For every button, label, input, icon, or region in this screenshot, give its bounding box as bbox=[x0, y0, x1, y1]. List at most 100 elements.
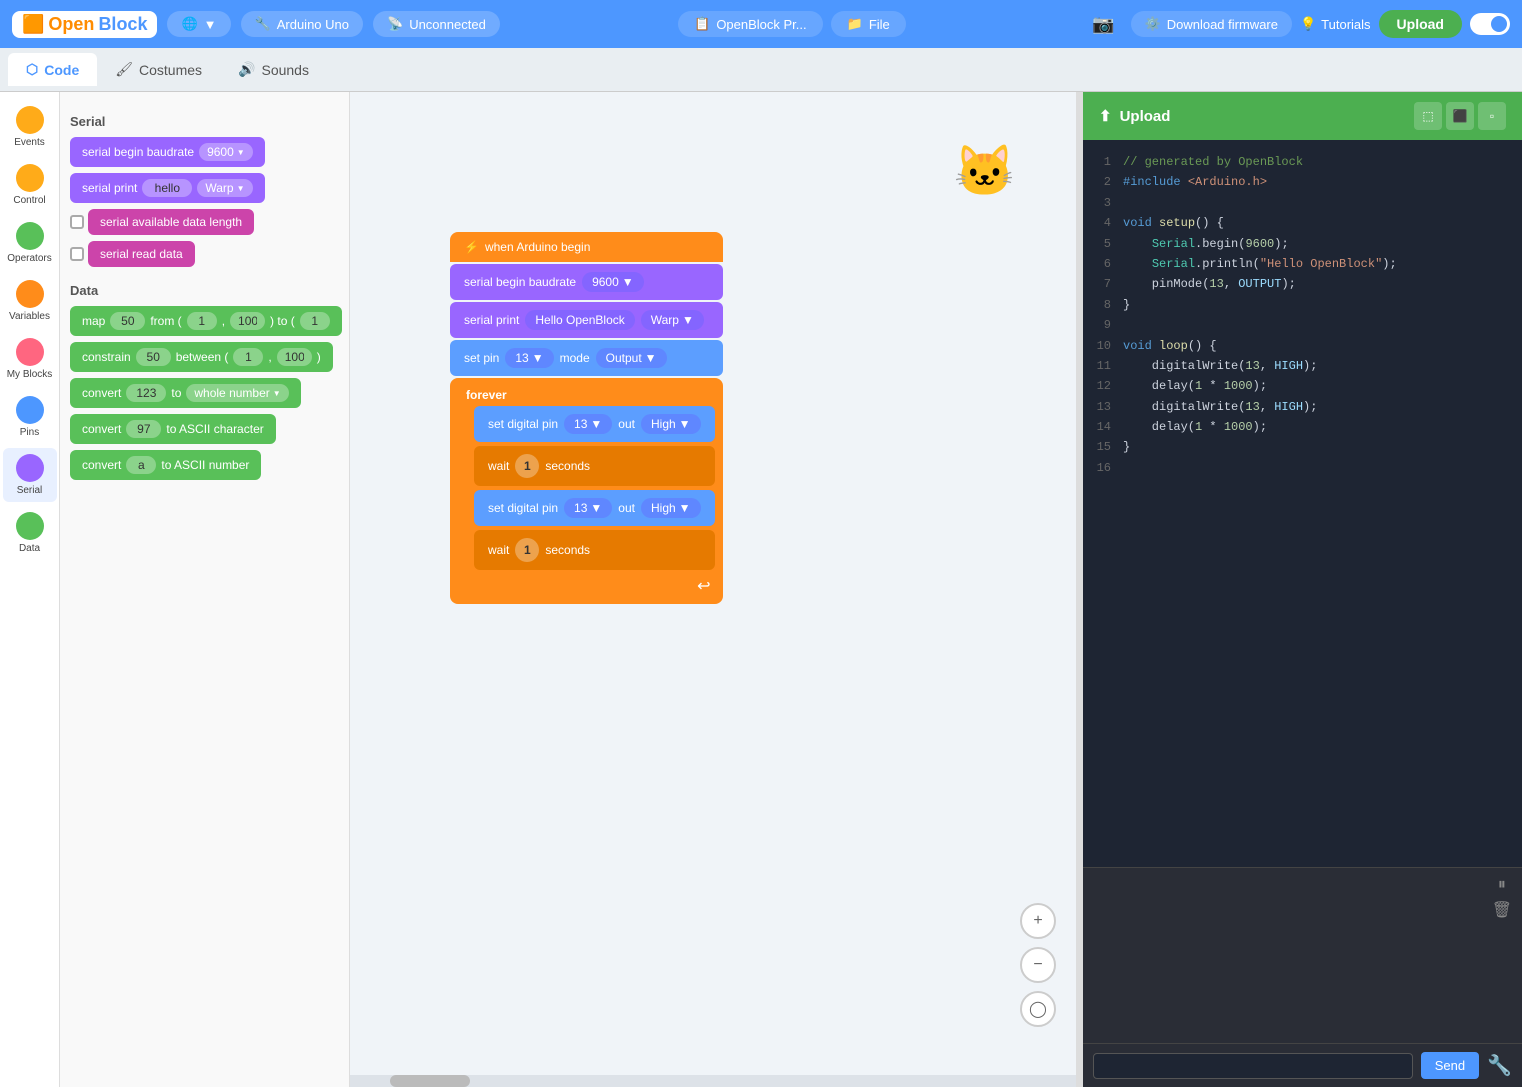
code-line-13: 13 digitalWrite(13, HIGH); bbox=[1091, 397, 1514, 417]
trash-button[interactable]: 🗑 bbox=[1492, 900, 1512, 920]
convert-ascii-num-value[interactable] bbox=[126, 456, 156, 474]
tutorials-button[interactable]: 💡 Tutorials bbox=[1300, 16, 1371, 32]
sidebar-item-events[interactable]: Events bbox=[3, 100, 57, 154]
variables-label: Variables bbox=[9, 311, 50, 322]
project-button[interactable]: 📋 OpenBlock Pr... bbox=[678, 11, 823, 37]
map-from2[interactable] bbox=[230, 312, 265, 330]
tab-code[interactable]: ⬡ Code bbox=[8, 53, 97, 86]
horizontal-scrollbar[interactable] bbox=[350, 1075, 1076, 1087]
sidebar-item-serial[interactable]: Serial bbox=[3, 448, 57, 502]
right-panel: ⬆ Upload ⬚ ⬛ ▫ 1 // generated by OpenBlo… bbox=[1082, 92, 1522, 1087]
sidebar-item-data[interactable]: Data bbox=[3, 506, 57, 560]
upload-main-label: Upload bbox=[1397, 16, 1444, 32]
block-map[interactable]: map from ( , ) to ( bbox=[70, 306, 342, 336]
serial-read-checkbox[interactable] bbox=[70, 247, 84, 261]
send-button[interactable]: Send bbox=[1421, 1052, 1479, 1079]
block-constrain[interactable]: constrain between ( , ) bbox=[70, 342, 333, 372]
view-btn-split-v[interactable]: ⬛ bbox=[1446, 102, 1474, 130]
sidebar-item-variables[interactable]: Variables bbox=[3, 274, 57, 328]
nav-center: 📋 OpenBlock Pr... 📁 File bbox=[510, 11, 1074, 37]
canvas-set-digital-pin-1[interactable]: set digital pin 13 ▼ out High ▼ bbox=[474, 406, 715, 442]
canvas-set-digital-pin-2[interactable]: set digital pin 13 ▼ out High ▼ bbox=[474, 490, 715, 526]
block-serial-print[interactable]: serial print Warp bbox=[70, 173, 265, 203]
baudrate-dropdown[interactable]: 9600 bbox=[199, 143, 253, 161]
connection-button[interactable]: 📡 Unconnected bbox=[373, 11, 500, 37]
canvas-high1-dropdown[interactable]: High ▼ bbox=[641, 414, 701, 434]
canvas-baudrate-dropdown[interactable]: 9600 ▼ bbox=[582, 272, 644, 292]
file-button[interactable]: 📁 File bbox=[831, 11, 906, 37]
canvas-serial-begin[interactable]: serial begin baudrate 9600 ▼ bbox=[450, 264, 723, 300]
serial-print-input[interactable] bbox=[142, 179, 192, 197]
canvas-print-value-dropdown[interactable]: Hello OpenBlock bbox=[525, 310, 634, 330]
data-label: Data bbox=[19, 543, 40, 554]
sidebar-item-myblocks[interactable]: My Blocks bbox=[3, 332, 57, 386]
constrain-max[interactable] bbox=[277, 348, 312, 366]
board-button[interactable]: 🔧 Arduino Uno bbox=[241, 11, 363, 37]
scrollbar-thumb[interactable] bbox=[390, 1075, 470, 1087]
map-value[interactable] bbox=[110, 312, 145, 330]
canvas-digital-pin1-dropdown[interactable]: 13 ▼ bbox=[564, 414, 612, 434]
project-label: OpenBlock Pr... bbox=[716, 17, 806, 32]
canvas-wait-1[interactable]: wait 1 seconds bbox=[474, 446, 715, 486]
download-firmware-button[interactable]: ⚙️ Download firmware bbox=[1131, 11, 1292, 37]
console-input[interactable] bbox=[1093, 1053, 1413, 1079]
console-input-row: Send 🔧 bbox=[1083, 1043, 1522, 1087]
constrain-min[interactable] bbox=[233, 348, 263, 366]
tab-bar: ⬡ Code 🖌 Costumes 🔊 Sounds bbox=[0, 48, 1522, 92]
serial-dot bbox=[16, 454, 44, 482]
canvas-digital-pin2-dropdown[interactable]: 13 ▼ bbox=[564, 498, 612, 518]
tab-sounds[interactable]: 🔊 Sounds bbox=[220, 53, 327, 86]
canvas-mode-dropdown[interactable]: Output ▼ bbox=[596, 348, 667, 368]
control-dot bbox=[16, 164, 44, 192]
convert-whole-value[interactable] bbox=[126, 384, 166, 402]
code-line-9: 9 bbox=[1091, 315, 1514, 335]
canvas-forever-block[interactable]: forever set digital pin 13 ▼ out High ▼ bbox=[450, 378, 723, 604]
canvas-warp-dropdown[interactable]: Warp ▼ bbox=[641, 310, 704, 330]
upload-main-button[interactable]: Upload bbox=[1379, 10, 1462, 38]
camera-button[interactable]: 📷 bbox=[1084, 10, 1122, 39]
zoom-reset-button[interactable]: ◯ bbox=[1020, 991, 1056, 1027]
map-to[interactable] bbox=[300, 312, 330, 330]
top-navigation: 🟧 OpenBlock 🌐 ▼ 🔧 Arduino Uno 📡 Unconnec… bbox=[0, 0, 1522, 48]
block-convert-ascii-num[interactable]: convert to ASCII number bbox=[70, 450, 261, 480]
tab-costumes[interactable]: 🖌 Costumes bbox=[97, 53, 220, 86]
globe-button[interactable]: 🌐 ▼ bbox=[167, 11, 230, 37]
warp-dropdown[interactable]: Warp bbox=[197, 179, 252, 197]
sidebar-item-control[interactable]: Control bbox=[3, 158, 57, 212]
wrench-button[interactable]: 🔧 bbox=[1487, 1053, 1512, 1078]
sidebar-item-operators[interactable]: Operators bbox=[3, 216, 57, 270]
pause-button[interactable]: ⏸ bbox=[1492, 876, 1512, 894]
zoom-in-button[interactable]: + bbox=[1020, 903, 1056, 939]
block-serial-begin[interactable]: serial begin baudrate 9600 bbox=[70, 137, 265, 167]
code-icon: ⬡ bbox=[26, 61, 38, 78]
canvas-wait-2[interactable]: wait 1 seconds bbox=[474, 530, 715, 570]
canvas-pin-dropdown[interactable]: 13 ▼ bbox=[505, 348, 553, 368]
code-line-1: 1 // generated by OpenBlock bbox=[1091, 152, 1514, 172]
wait-value-2: 1 bbox=[515, 538, 539, 562]
map-from1[interactable] bbox=[187, 312, 217, 330]
view-btn-split-h[interactable]: ⬚ bbox=[1414, 102, 1442, 130]
sidebar-item-pins[interactable]: Pins bbox=[3, 390, 57, 444]
convert-ascii-value[interactable] bbox=[126, 420, 161, 438]
canvas-set-pin[interactable]: set pin 13 ▼ mode Output ▼ bbox=[450, 340, 723, 376]
canvas-serial-print[interactable]: serial print Hello OpenBlock Warp ▼ bbox=[450, 302, 723, 338]
canvas-when-arduino-begin[interactable]: ⚡ when Arduino begin bbox=[450, 232, 723, 262]
blocks-panel: Serial serial begin baudrate 9600 serial… bbox=[60, 92, 350, 1087]
console-area: ⏸ 🗑 Send 🔧 bbox=[1083, 867, 1522, 1087]
canvas-high2-dropdown[interactable]: High ▼ bbox=[641, 498, 701, 518]
code-line-8: 8 } bbox=[1091, 295, 1514, 315]
view-btn-full[interactable]: ▫ bbox=[1478, 102, 1506, 130]
block-convert-ascii-char[interactable]: convert to ASCII character bbox=[70, 414, 276, 444]
zoom-out-button[interactable]: − bbox=[1020, 947, 1056, 983]
block-serial-available[interactable]: serial available data length bbox=[88, 209, 254, 235]
block-convert-whole[interactable]: convert to whole number bbox=[70, 378, 301, 408]
mode-toggle[interactable] bbox=[1470, 13, 1510, 35]
console-tools: ⏸ 🗑 bbox=[1492, 876, 1512, 920]
block-serial-read[interactable]: serial read data bbox=[88, 241, 195, 267]
myblocks-label: My Blocks bbox=[7, 369, 53, 380]
data-section-title: Data bbox=[70, 283, 339, 298]
whole-number-dropdown[interactable]: whole number bbox=[186, 384, 288, 402]
serial-available-checkbox[interactable] bbox=[70, 215, 84, 229]
constrain-value[interactable] bbox=[136, 348, 171, 366]
data-dot bbox=[16, 512, 44, 540]
